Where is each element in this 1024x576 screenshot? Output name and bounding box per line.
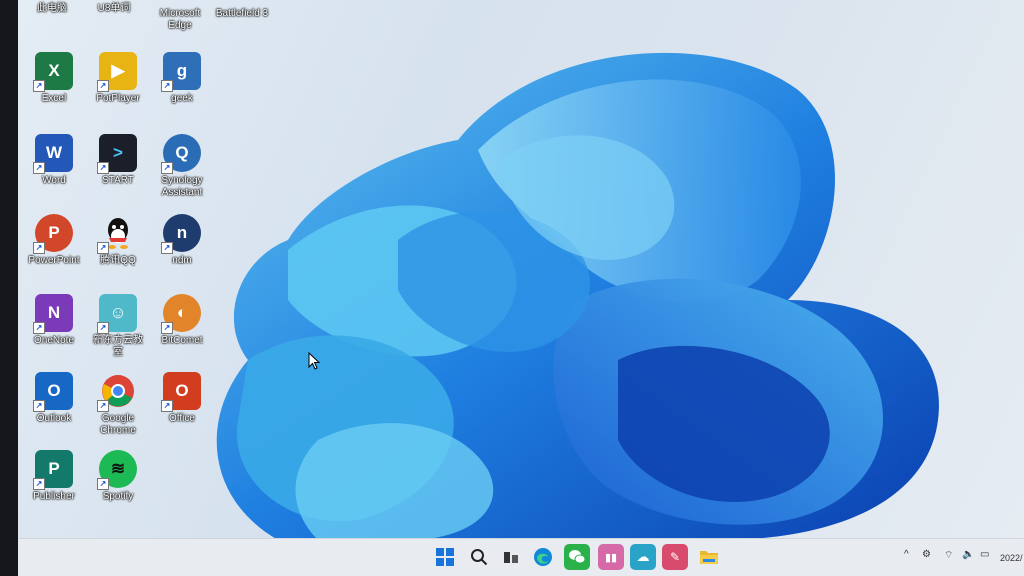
task-view-button[interactable]: [498, 544, 524, 570]
media-icon: ▮▮: [604, 551, 618, 564]
qq-icon: ↗: [97, 214, 137, 254]
desktop-icon-start[interactable]: > ↗ START: [86, 134, 150, 187]
onenote-icon: N ↗: [33, 294, 73, 334]
potplayer-icon: ▶ ↗: [97, 52, 137, 92]
desktop-icon-potplayer[interactable]: ▶ ↗ PotPlayer: [86, 52, 150, 105]
start-icon: > ↗: [97, 134, 137, 174]
desktop-icon-u8[interactable]: U8单词: [82, 0, 146, 15]
ndm-icon: n ↗: [161, 214, 201, 254]
app-red-taskbar[interactable]: ✎: [662, 544, 688, 570]
bitcomet-icon: ◐ ↗: [161, 294, 201, 334]
wechat-icon: [569, 550, 586, 564]
desktop-screen: 此电脑 U8单词 Microsoft Edge Battlefield 3 X ↗…: [18, 0, 1024, 576]
desktop-icon-chrome[interactable]: ↗ Google Chrome: [86, 372, 150, 437]
tray-chevron-icon[interactable]: ^: [904, 549, 909, 560]
desktop-icon-synology[interactable]: Q ↗ Synology Assistant: [150, 134, 214, 199]
desktop-icon-xdf[interactable]: ☺ ↗ 新东方云教室: [86, 294, 150, 359]
app-cyan-taskbar[interactable]: ☁: [630, 544, 656, 570]
wechat-taskbar[interactable]: [564, 544, 590, 570]
desktop-icon-battlefield[interactable]: Battlefield 3: [210, 0, 274, 20]
file-explorer-taskbar[interactable]: [696, 544, 722, 570]
wifi-icon[interactable]: ⌔: [944, 549, 953, 562]
xdf-icon: ☺ ↗: [97, 294, 137, 334]
mouse-cursor-icon: [308, 352, 320, 370]
cloud-icon: ☁: [636, 549, 650, 564]
desktop-icon-outlook[interactable]: O ↗ Outlook: [22, 372, 86, 425]
geek-icon: g ↗: [161, 52, 201, 92]
taskbar: ▮▮ ☁ ✎ ^ ⚙ ⌔ 🔈 ▭ 2022/: [18, 538, 1024, 576]
edge-icon: [534, 548, 552, 566]
bookmark-icon: ✎: [669, 550, 681, 564]
desktop-icon-geek[interactable]: g ↗ geek: [150, 52, 214, 105]
tray-settings-icon[interactable]: ⚙: [922, 549, 931, 560]
office-icon: O ↗: [161, 372, 201, 412]
start-button[interactable]: [432, 544, 458, 570]
desktop-icon-spotify[interactable]: ≋ ↗ Spotify: [86, 450, 150, 503]
search-icon: [471, 549, 488, 566]
windows-icon: [436, 548, 454, 566]
folder-icon: [700, 551, 718, 564]
outlook-icon: O ↗: [33, 372, 73, 412]
battery-icon[interactable]: ▭: [980, 549, 989, 560]
desktop-icon-bitcomet[interactable]: ◐ ↗ BitComet: [150, 294, 214, 347]
edge-taskbar[interactable]: [530, 544, 556, 570]
search-button[interactable]: [466, 544, 492, 570]
powerpoint-icon: P ↗: [33, 214, 73, 254]
excel-icon: X ↗: [33, 52, 73, 92]
chrome-icon: ↗: [97, 372, 137, 412]
desktop-icon-word[interactable]: W ↗ Word: [22, 134, 86, 187]
task-view-icon: [504, 552, 518, 563]
clock-date[interactable]: 2022/: [1000, 553, 1023, 563]
desktop-icon-publisher[interactable]: P ↗ Publisher: [22, 450, 86, 503]
spotify-icon: ≋ ↗: [97, 450, 137, 490]
desktop-icon-onenote[interactable]: N ↗ OneNote: [22, 294, 86, 347]
desktop-icon-excel[interactable]: X ↗ Excel: [22, 52, 86, 105]
app-pink-taskbar[interactable]: ▮▮: [598, 544, 624, 570]
word-icon: W ↗: [33, 134, 73, 174]
desktop-icon-edge[interactable]: Microsoft Edge: [148, 0, 212, 32]
desktop-icon-office[interactable]: O ↗ Office: [150, 372, 214, 425]
desktop-icon-powerpoint[interactable]: P ↗ PowerPoint: [22, 214, 86, 267]
desktop-icon-ndm[interactable]: n ↗ ndm: [150, 214, 214, 267]
desktop-icon-qq[interactable]: ↗ 腾讯QQ: [86, 214, 150, 267]
volume-icon[interactable]: 🔈: [962, 549, 974, 560]
publisher-icon: P ↗: [33, 450, 73, 490]
desktop-icon-this-pc[interactable]: 此电脑: [20, 0, 84, 15]
synology-icon: Q ↗: [161, 134, 201, 174]
